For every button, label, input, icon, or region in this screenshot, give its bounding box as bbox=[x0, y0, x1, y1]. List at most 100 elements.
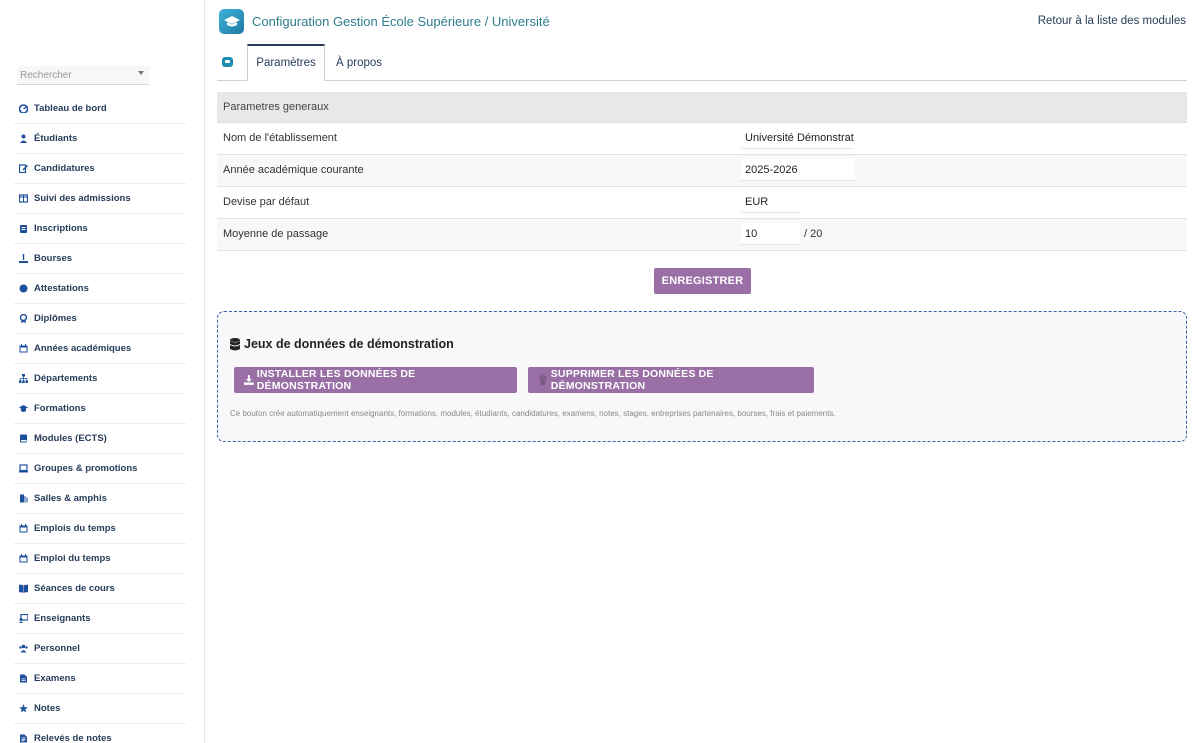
demo-data-panel: Jeux de données de démonstration INSTALL… bbox=[217, 311, 1187, 442]
delete-demo-data-label: SUPPRIMER LES DONNÉES DE DÉMONSTRATION bbox=[550, 368, 714, 392]
sidebar-item-label: Modules (ECTS) bbox=[34, 433, 107, 444]
download-icon bbox=[244, 375, 254, 385]
sidebar-item-groupes-promotions[interactable]: Groupes & promotions bbox=[14, 454, 186, 484]
grade-scale-suffix: / 20 bbox=[804, 228, 823, 240]
sidebar-item-examens[interactable]: Examens bbox=[14, 664, 186, 694]
settings-section-title: Parametres generaux bbox=[217, 92, 1187, 123]
file-text-icon bbox=[19, 734, 28, 743]
sidebar-item-label: Étudiants bbox=[34, 133, 78, 144]
sidebar-item-label: Emploi du temps bbox=[34, 553, 111, 564]
sidebar-item-label: Séances de cours bbox=[34, 583, 115, 594]
sidebar-item-seances-de-cours[interactable]: Séances de cours bbox=[14, 574, 186, 604]
laptop-icon bbox=[19, 464, 28, 473]
currency-input[interactable]: EUR bbox=[741, 191, 800, 213]
sidebar-item-departements[interactable]: Départements bbox=[14, 364, 186, 394]
sidebar-item-enseignants[interactable]: Enseignants bbox=[14, 604, 186, 634]
tab-parametres[interactable]: Paramètres bbox=[247, 44, 325, 81]
calendar-icon bbox=[19, 524, 28, 533]
module-icon bbox=[222, 57, 233, 67]
sidebar-item-label: Attestations bbox=[34, 283, 89, 294]
door-icon bbox=[19, 494, 28, 503]
sidebar-item-formations[interactable]: Formations bbox=[14, 394, 186, 424]
sidebar-item-label: Années académiques bbox=[34, 343, 132, 354]
settings-table: Parametres generaux Nom de l'établisseme… bbox=[217, 92, 1187, 251]
trash-icon bbox=[538, 375, 547, 385]
sidebar-item-modules-ects[interactable]: Modules (ECTS) bbox=[14, 424, 186, 454]
sidebar-item-label: Emplois du temps bbox=[34, 523, 116, 534]
sidebar-item-label: Groupes & promotions bbox=[34, 463, 138, 474]
application-icon bbox=[19, 164, 28, 173]
sidebar-item-salles-amphis[interactable]: Salles & amphis bbox=[14, 484, 186, 514]
sidebar-item-label: Suivi des admissions bbox=[34, 193, 131, 204]
sidebar-item-suivi-des-admissions[interactable]: Suivi des admissions bbox=[14, 184, 186, 214]
sidebar-item-emploi-du-temps[interactable]: Emploi du temps bbox=[14, 544, 186, 574]
academic-year-input[interactable]: 2025-2026 bbox=[741, 159, 855, 181]
back-to-modules-link[interactable]: Retour à la liste des modules bbox=[1038, 15, 1186, 27]
sidebar: Rechercher Tableau de bord Étudiants Candi… bbox=[0, 0, 205, 743]
setting-label: Nom de l'établissement bbox=[223, 132, 337, 144]
book-icon bbox=[19, 434, 28, 443]
database-icon bbox=[230, 337, 240, 350]
sidebar-item-bourses[interactable]: Bourses bbox=[14, 244, 186, 274]
award-icon bbox=[19, 314, 28, 323]
file-icon bbox=[19, 674, 28, 683]
sidebar-item-label: Relevés de notes bbox=[34, 733, 112, 743]
scholarship-icon bbox=[19, 254, 28, 263]
student-icon bbox=[19, 134, 28, 143]
sidebar-item-attestations[interactable]: Attestations bbox=[14, 274, 186, 304]
sidebar-item-label: Tableau de bord bbox=[34, 103, 107, 114]
calendar-icon bbox=[19, 344, 28, 353]
sidebar-item-personnel[interactable]: Personnel bbox=[14, 634, 186, 664]
delete-demo-data-button[interactable]: SUPPRIMER LES DONNÉES DE DÉMONSTRATION bbox=[528, 367, 814, 393]
users-icon bbox=[19, 644, 28, 653]
setting-label: Moyenne de passage bbox=[223, 228, 329, 240]
sidebar-item-diplomes[interactable]: Diplômes bbox=[14, 304, 186, 334]
sidebar-item-label: Salles & amphis bbox=[34, 493, 107, 504]
demo-data-heading: Jeux de données de démonstration bbox=[230, 337, 454, 351]
chevron-down-icon bbox=[138, 71, 144, 75]
sidebar-item-label: Examens bbox=[34, 673, 76, 684]
institution-name-input[interactable]: Université Démonstratic bbox=[741, 127, 854, 149]
install-demo-data-button[interactable]: INSTALLER LES DONNÉES DE DÉMONSTRATION bbox=[234, 367, 517, 393]
sidebar-item-releves-de-notes[interactable]: Relevés de notes bbox=[14, 724, 186, 743]
sidebar-item-label: Inscriptions bbox=[34, 223, 88, 234]
app-logo-icon bbox=[219, 9, 244, 34]
settings-row-currency: Devise par défaut EUR bbox=[217, 187, 1187, 219]
teacher-icon bbox=[19, 614, 28, 623]
sidebar-item-label: Notes bbox=[34, 703, 61, 714]
settings-row-year: Année académique courante 2025-2026 bbox=[217, 155, 1187, 187]
sidebar-item-label: Bourses bbox=[34, 253, 73, 264]
sidebar-item-inscriptions[interactable]: Inscriptions bbox=[14, 214, 186, 244]
clipboard-icon bbox=[19, 224, 28, 233]
sidebar-item-label: Départements bbox=[34, 373, 98, 384]
sidebar-item-label: Enseignants bbox=[34, 613, 91, 624]
sidebar-item-tableau-de-bord[interactable]: Tableau de bord bbox=[14, 94, 186, 124]
sidebar-item-annees-academiques[interactable]: Années académiques bbox=[14, 334, 186, 364]
setting-label: Année académique courante bbox=[223, 164, 364, 176]
graduation-cap-icon bbox=[19, 404, 28, 413]
search-placeholder: Rechercher bbox=[20, 70, 72, 81]
demo-data-note: Ce bouton crée automatiquement enseignan… bbox=[230, 409, 836, 418]
sidebar-item-notes[interactable]: Notes bbox=[14, 694, 186, 724]
sidebar-item-emplois-du-temps[interactable]: Emplois du temps bbox=[14, 514, 186, 544]
calendar-icon bbox=[19, 554, 28, 563]
search-select[interactable]: Rechercher bbox=[17, 66, 149, 85]
settings-row-passing-grade: Moyenne de passage 10 / 20 bbox=[217, 219, 1187, 251]
demo-data-title: Jeux de données de démonstration bbox=[244, 337, 454, 351]
dashboard-icon bbox=[19, 104, 28, 113]
sidebar-item-candidatures[interactable]: Candidatures bbox=[14, 154, 186, 184]
tab-a-propos[interactable]: À propos bbox=[329, 44, 389, 81]
sidebar-item-label: Diplômes bbox=[34, 313, 77, 324]
star-icon bbox=[19, 704, 28, 713]
certificate-icon bbox=[19, 284, 28, 293]
setting-label: Devise par défaut bbox=[223, 196, 310, 208]
sidebar-item-label: Personnel bbox=[34, 643, 80, 654]
sidebar-item-label: Formations bbox=[34, 403, 86, 414]
sidebar-item-etudiants[interactable]: Étudiants bbox=[14, 124, 186, 154]
save-button[interactable]: ENREGISTRER bbox=[654, 268, 751, 294]
sitemap-icon bbox=[19, 374, 28, 383]
passing-grade-input[interactable]: 10 bbox=[741, 223, 800, 245]
settings-row-name: Nom de l'établissement Université Démons… bbox=[217, 123, 1187, 155]
open-book-icon bbox=[19, 584, 28, 593]
page-title: Configuration Gestion École Supérieure /… bbox=[252, 14, 550, 29]
